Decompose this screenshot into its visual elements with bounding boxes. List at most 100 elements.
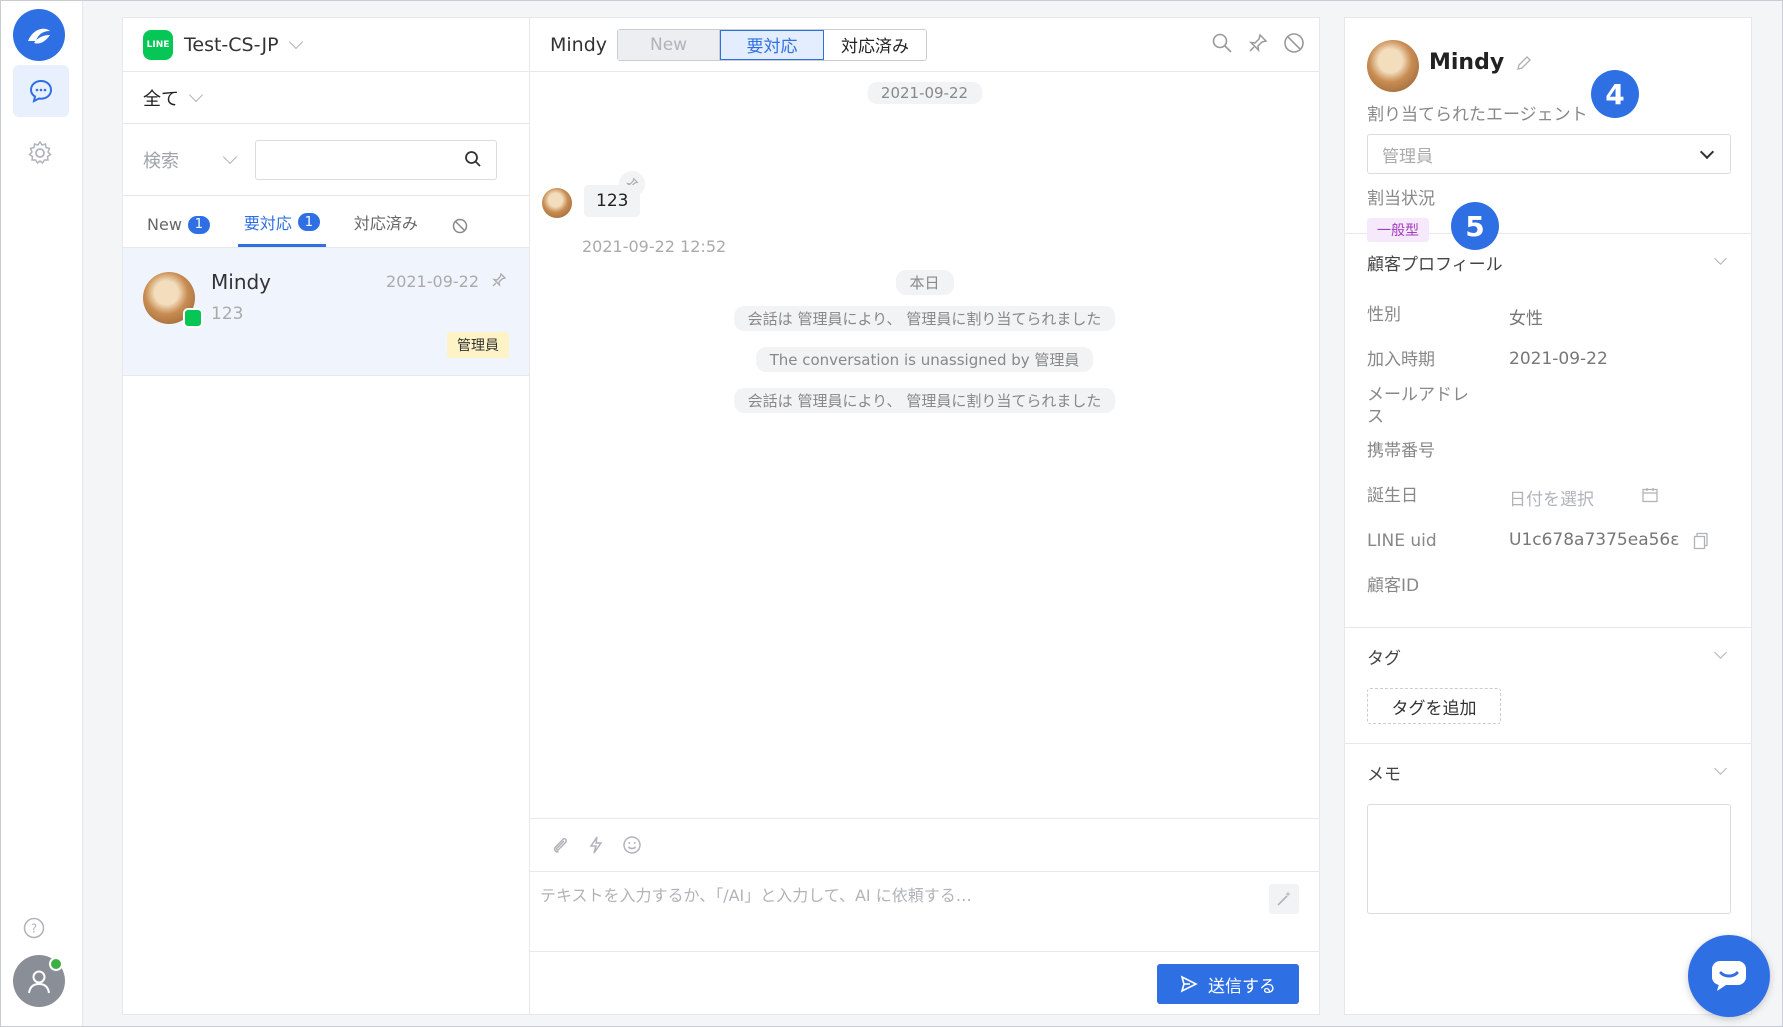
agent-label: 割り当てられたエージェント [1367,105,1588,125]
edit-pencil-icon[interactable] [1515,54,1533,76]
profile-name: Mindy [1429,50,1505,75]
chat-icon[interactable] [13,65,69,117]
assignment-section: Mindy 割り当てられたエージェント 管理員 割当状況 一般型 4 5 [1345,18,1751,250]
channel-name: Test-CS-JP [184,33,279,56]
section-title: 顧客プロフィール [1367,255,1503,275]
online-status-dot [49,957,63,971]
list-item[interactable]: Mindy 123 2021-09-22 管理員 [123,248,529,376]
tab-count-badge: 1 [187,215,210,234]
field-label: LINE uid [1367,531,1437,551]
system-message: 会話は 管理員により、 管理員に割り当てられました [733,388,1116,413]
send-label: 送信する [1208,976,1276,997]
status-tabs: New 1 要対応 1 対応済み [123,196,529,248]
section-title: タグ [1367,649,1401,669]
filter-label: 全て [143,88,179,110]
message-bubble[interactable]: 123 [584,185,641,217]
field-value[interactable]: 女性 [1509,304,1543,329]
send-icon [1180,975,1198,993]
chevron-down-icon [222,149,238,164]
calendar-icon[interactable] [1641,486,1659,508]
chevron-down-icon[interactable] [1714,762,1727,775]
tab-label: New [147,215,182,234]
agent-select-value: 管理員 [1382,146,1433,167]
composer [530,872,1319,952]
copy-icon[interactable] [1693,532,1709,554]
line-logo-icon [183,308,203,328]
gear-icon[interactable] [25,138,55,168]
conversation-list-panel: LINE Test-CS-JP 全て 検索 New 1 要対応 1 対応済み M… [122,17,530,1015]
field-value[interactable]: 2021-09-22 [1509,349,1608,369]
chevron-down-icon[interactable] [1714,252,1727,265]
field-label: 携帯番号 [1367,441,1435,461]
tab-label: 要対応 [243,214,292,233]
message-input[interactable] [540,882,1240,942]
chevron-down-icon[interactable] [1714,646,1727,659]
timestamp: 2021-09-22 [386,272,479,291]
status-toggle: New 要対応 対応済み [617,28,928,61]
chat-contact-name: Mindy [550,33,608,56]
agent-select[interactable]: 管理員 [1367,134,1731,174]
lightning-icon[interactable] [586,835,606,855]
system-message: The conversation is unassigned by 管理員 [755,347,1094,372]
callout-badge: 4 [1591,70,1639,118]
field-label: 顧客ID [1367,576,1420,596]
chat-header: Mindy New 要対応 対応済み [530,18,1319,72]
status-label: 割当状況 [1367,189,1435,209]
composer-toolbar [530,818,1319,872]
tab-count-badge: 1 [297,213,320,231]
send-button[interactable]: 送信する [1157,964,1299,1004]
search-row: 検索 [123,124,529,196]
line-uid-value: U1c678a7375ea56ε [1509,530,1680,550]
message-area: 2021-09-22 123 2021-09-22 12:52 本日 会話は 管… [530,72,1319,820]
avatar [542,188,572,218]
chevron-down-icon [188,87,204,102]
left-rail: ? [1,1,83,1026]
filter-dropdown[interactable]: 全て [123,72,529,124]
block-icon [452,218,468,234]
tab-new[interactable]: New 1 [141,215,216,247]
line-logo-icon: LINE [143,29,173,60]
memo-input[interactable] [1367,804,1731,914]
field-label: メールアドレス [1367,385,1469,427]
tab-needs-action[interactable]: 要対応 1 [237,210,326,247]
search-type-dropdown[interactable]: 検索 [143,147,239,173]
contact-name: Mindy [211,270,272,294]
search-icon[interactable] [1211,32,1233,54]
help-icon[interactable]: ? [21,915,47,941]
field-label: 誕生日 [1367,486,1418,506]
message-time: 2021-09-22 12:52 [582,237,727,256]
search-type-label: 検索 [143,150,179,172]
search-input[interactable] [264,140,464,177]
add-tag-button[interactable]: タグを追加 [1367,688,1501,724]
today-divider: 本日 [895,270,954,295]
status-needs-action-button[interactable]: 要対応 [720,29,825,60]
chevron-down-icon [288,34,303,49]
pin-icon[interactable] [491,272,507,292]
emoji-icon[interactable] [622,835,642,855]
profile-panel: Mindy 割り当てられたエージェント 管理員 割当状況 一般型 4 5 顧客プ… [1344,17,1752,1015]
status-new-button[interactable]: New [618,29,721,60]
avatar [1367,40,1419,92]
pin-icon[interactable] [1247,32,1269,54]
status-resolved-button[interactable]: 対応済み [824,30,926,60]
agent-tag: 管理員 [447,332,509,358]
search-box [255,139,497,180]
block-icon[interactable] [1283,32,1305,54]
chevron-down-icon [1699,144,1715,160]
channel-selector[interactable]: LINE Test-CS-JP [123,18,529,72]
section-title: メモ [1367,765,1401,785]
attachment-icon[interactable] [550,835,570,855]
tab-blocked[interactable] [446,218,474,247]
search-icon[interactable] [464,150,482,172]
support-chat-button[interactable] [1688,935,1770,1017]
tab-resolved[interactable]: 対応済み [348,210,424,247]
app-logo-icon[interactable] [13,9,65,61]
birthday-picker[interactable]: 日付を選択 [1509,485,1594,510]
message-preview: 123 [211,304,244,324]
chat-bubble-icon [1712,961,1746,991]
tab-label: 対応済み [353,214,418,233]
tags-section: タグ タグを追加 [1345,628,1751,744]
customer-profile-section: 顧客プロフィール 性別 女性 加入時期 2021-09-22 メールアドレス 携… [1345,234,1751,628]
ai-wand-icon[interactable] [1269,884,1299,914]
chat-header-actions [1211,32,1305,54]
